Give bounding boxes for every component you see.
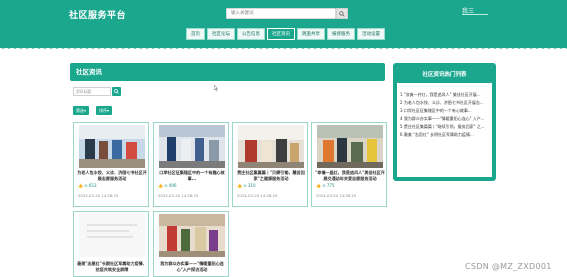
- news-title[interactable]: "幸福一届红，我是追风人"美佳社区开展交通幼年关爱志愿服务活动: [314, 170, 386, 181]
- header: 社区服务平台 输入关键词 我三 首页 社区论坛 公告信息 社区资讯 跳蚤共享 报…: [0, 0, 567, 48]
- hot-news-item[interactable]: 2 为老人包水饺、义诊、济困七书社区开展志...: [400, 99, 490, 107]
- hot-news-item[interactable]: 1 "凉爽一井红，我是追风人" 美佳社区开展...: [400, 91, 490, 99]
- search-input[interactable]: 输入关键词: [226, 8, 336, 19]
- news-card[interactable]: 我为群众办实事——"情暖重阳心连心"入户探访活动: [153, 211, 229, 277]
- news-date: 2024-03-20 14:28:25: [237, 193, 278, 198]
- user-underline: [462, 14, 488, 15]
- watermark: CSDN @MZ_ZXD001: [465, 262, 552, 271]
- news-image: [317, 125, 383, 168]
- nav-home[interactable]: 首页: [186, 28, 205, 40]
- nav-forum[interactable]: 社区论坛: [207, 28, 235, 40]
- news-title[interactable]: 口岸社区征集辖区中的一个有趣心故事...: [156, 170, 228, 181]
- news-title[interactable]: 贯庄社区集篇篇丨"贝肆引锄，雕苦回家"之健康服务活动: [235, 170, 307, 181]
- news-search-button[interactable]: [112, 87, 121, 96]
- nav-activities[interactable]: 活动设置: [357, 28, 385, 40]
- nav-news[interactable]: 社区资讯: [267, 28, 295, 40]
- search-icon: [339, 10, 345, 17]
- nav-notice[interactable]: 公告信息: [237, 28, 265, 40]
- news-title[interactable]: 我为群众办实事——"情暖重阳心连心"入户探访活动: [156, 261, 228, 272]
- hot-news-item[interactable]: 3 口岸社区征集辖区中的一个有心故事...: [400, 107, 490, 115]
- main-nav: 首页 社区论坛 公告信息 社区资讯 跳蚤共享 报修服务 活动设置: [186, 28, 385, 40]
- news-card[interactable]: 最美"志愿红"长期社区军属助力疫情、抗疫共筑安全屏障: [73, 211, 149, 277]
- nav-repair[interactable]: 报修服务: [327, 28, 355, 40]
- hot-news-item[interactable]: 6 最美 "志愿红" 长明社区军属助力疫情...: [400, 131, 490, 139]
- news-card[interactable]: 贯庄社区集篇篇丨"贝肆引锄，雕苦回家"之健康服务活动 👍 ⊙ 310 2024-…: [232, 122, 308, 207]
- news-title[interactable]: 最美"志愿红"长期社区军属助力疫情、抗疫共筑安全屏障: [76, 261, 148, 272]
- news-views: 👍 ⊙ 653: [78, 183, 97, 188]
- news-image: [238, 125, 304, 168]
- nav-flea-market[interactable]: 跳蚤共享: [297, 28, 325, 40]
- news-title[interactable]: 为老人包水饺、义诊、济困七书社区开展志愿服务活动: [76, 170, 148, 181]
- hot-news-item[interactable]: 5 贯庄社区集篇篇丨"继续引领，服务回家" 之...: [400, 123, 490, 131]
- news-card[interactable]: "幸福一届红，我是追风人"美佳社区开展交通幼年关爱志愿服务活动 👍 ⊙ 775 …: [311, 122, 387, 207]
- news-search-input[interactable]: 资讯标题: [73, 87, 111, 96]
- search-icon: [114, 89, 119, 94]
- news-card[interactable]: 口岸社区征集辖区中的一个有趣心故事... 👍 ⊙ 496 2024-03-20 …: [153, 122, 229, 207]
- header-scallop: [0, 46, 567, 51]
- hot-news-panel: 社区资讯热门列表 1 "凉爽一井红，我是追风人" 美佳社区开展... 2 为老人…: [393, 63, 496, 181]
- news-date: 2024-03-20 14:28:25: [78, 193, 119, 198]
- search-button[interactable]: [336, 8, 348, 19]
- hot-news-list: 1 "凉爽一井红，我是追风人" 美佳社区开展... 2 为老人包水饺、义诊、济困…: [400, 91, 490, 139]
- filter-button[interactable]: 筛选▾: [73, 106, 90, 115]
- news-image: [159, 214, 225, 257]
- news-image: [159, 125, 225, 168]
- news-views: 👍 ⊙ 310: [237, 183, 256, 188]
- mouse-cursor-icon: [214, 85, 218, 91]
- news-image: [79, 125, 145, 168]
- news-image: [79, 214, 145, 257]
- news-date: 2024-03-20 14:28:25: [158, 193, 199, 198]
- news-views: 👍 ⊙ 496: [158, 183, 177, 188]
- hot-news-title: 社区资讯热门列表: [397, 67, 492, 83]
- news-views: 👍 ⊙ 775: [316, 183, 335, 188]
- news-date: 2024-03-20 14:28:25: [316, 193, 357, 198]
- news-card[interactable]: 为老人包水饺、义诊、济困七书社区开展志愿服务活动 👍 ⊙ 653 2024-03…: [73, 122, 149, 207]
- hot-news-item[interactable]: 4 我为群众办实事——"情暖重阳心连心" 入户...: [400, 115, 490, 123]
- brand-title[interactable]: 社区服务平台: [69, 8, 126, 21]
- sort-button[interactable]: 排序▾: [96, 106, 113, 115]
- news-section: 社区资讯: [70, 63, 385, 81]
- section-title: 社区资讯: [70, 63, 385, 81]
